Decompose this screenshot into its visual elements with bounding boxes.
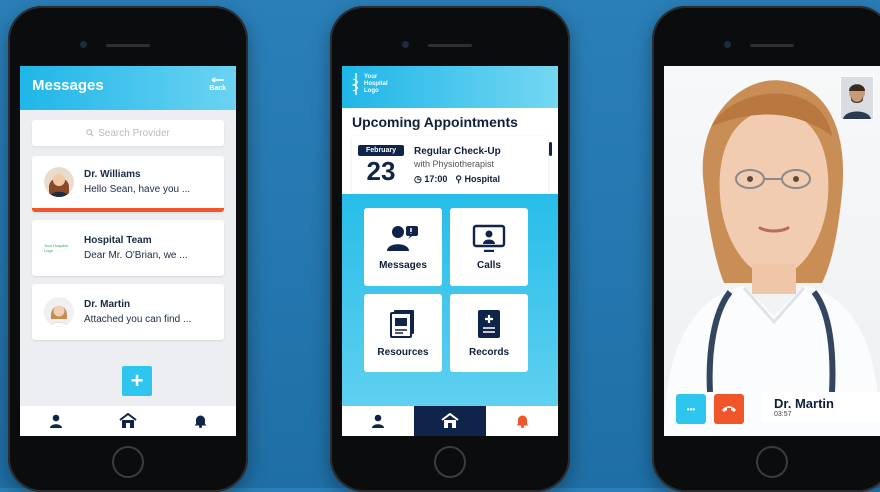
messages-header: Messages Back: [20, 66, 236, 110]
section-title: Upcoming Appointments: [352, 114, 518, 130]
nav-home[interactable]: [414, 406, 486, 436]
conversation-preview: Attached you can find ...: [84, 314, 192, 325]
caller-name: Dr. Martin: [774, 396, 834, 411]
logo-line: Hospital: [364, 80, 388, 87]
appointment-location-wrap: ⚲ Hospital: [455, 174, 500, 185]
front-camera: [402, 41, 409, 48]
search-icon: [86, 129, 94, 137]
tile-calls[interactable]: Calls: [450, 208, 528, 286]
caller-nameplate: Dr. Martin 03:57: [762, 392, 880, 422]
more-options-button[interactable]: •••: [676, 394, 706, 424]
home-button[interactable]: [112, 446, 144, 478]
appointment-subtitle: with Physiotherapist: [414, 158, 495, 169]
tile-label: Messages: [379, 259, 427, 271]
conversation-preview: Dear Mr. O'Brian, we ...: [84, 250, 188, 261]
tile-label: Resources: [377, 346, 429, 358]
messages-screen: Messages Back Search Provider Dr. Willia…: [20, 66, 236, 436]
end-call-button[interactable]: [714, 394, 744, 424]
appointment-date: February 23: [358, 144, 404, 186]
back-label: Back: [209, 85, 226, 92]
conversation-name: Dr. Williams: [84, 169, 141, 180]
nav-notifications[interactable]: [486, 406, 558, 436]
front-camera: [724, 41, 731, 48]
location-pin-icon: ⚲: [455, 173, 462, 184]
conversation-name: Dr. Martin: [84, 299, 131, 310]
hospital-logo: Your Hospital Logo: [352, 73, 388, 95]
phone-home: Your Hospital Logo Upcoming Appointments…: [330, 6, 570, 492]
appointment-info: Regular Check-Up with Physiotherapist ◷ …: [414, 146, 501, 185]
earpiece: [106, 44, 150, 47]
video-call-icon: [472, 224, 506, 252]
appointment-meta: ◷ 17:00 ⚲ Hospital: [414, 174, 501, 185]
hospital-logo-text: Your Hospital Logo: [44, 243, 68, 253]
logo-line: Your: [364, 73, 378, 80]
new-message-button[interactable]: +: [122, 366, 152, 396]
doctor-video-feed: [664, 80, 880, 436]
appointment-month: February: [358, 144, 404, 156]
conversation-item-hospital-team[interactable]: Your Hospital Logo Hospital Team Dear Mr…: [32, 220, 224, 276]
home-header: Your Hospital Logo: [342, 66, 558, 108]
home-icon: [119, 413, 137, 428]
tile-messages[interactable]: Messages: [364, 208, 442, 286]
clock-icon: ◷: [414, 173, 422, 184]
feature-grid: Messages Calls Resources Records: [342, 194, 558, 406]
records-icon: [478, 309, 500, 338]
logo-line: Logo: [364, 87, 379, 94]
user-icon: [372, 414, 384, 428]
home-button[interactable]: [756, 446, 788, 478]
conversation-preview: Hello Sean, have you ...: [84, 184, 191, 195]
search-placeholder: Search Provider: [98, 127, 170, 139]
conversation-item-dr-martin[interactable]: Dr. Martin Attached you can find ...: [32, 284, 224, 340]
video-call-screen: ••• Dr. Martin 03:57: [664, 66, 880, 436]
messages-users-icon: [387, 225, 418, 251]
hang-up-icon: [722, 406, 736, 412]
home-button[interactable]: [434, 446, 466, 478]
tile-label: Calls: [477, 259, 501, 271]
appointment-title: Regular Check-Up: [414, 145, 501, 157]
resources-icon: [390, 309, 414, 338]
appointment-time: 17:00: [424, 173, 448, 184]
patient-avatar: [841, 77, 873, 119]
back-arrow-icon: [211, 77, 224, 83]
nav-profile[interactable]: [342, 406, 414, 436]
nav-notifications[interactable]: [164, 406, 236, 436]
user-icon: [50, 414, 62, 428]
tile-resources[interactable]: Resources: [364, 294, 442, 372]
bottom-nav: [20, 406, 236, 436]
avatar: [44, 297, 74, 327]
caduceus-icon: [352, 73, 358, 95]
conversation-name: Hospital Team: [84, 235, 152, 246]
scroll-indicator[interactable]: [549, 142, 552, 156]
hospital-logo: Your Hospital Logo: [44, 233, 74, 263]
avatar: [44, 167, 74, 197]
nav-profile[interactable]: [20, 406, 92, 436]
nav-home[interactable]: [92, 406, 164, 436]
earpiece: [428, 44, 472, 47]
phone-messages: Messages Back Search Provider Dr. Willia…: [8, 6, 248, 492]
page-title: Messages: [32, 77, 104, 94]
phone-video-call: ••• Dr. Martin 03:57: [652, 6, 880, 492]
home-icon: [441, 413, 459, 428]
earpiece: [750, 44, 794, 47]
home-screen: Your Hospital Logo Upcoming Appointments…: [342, 66, 558, 436]
tile-label: Records: [468, 346, 509, 358]
back-button[interactable]: Back: [209, 77, 226, 92]
search-input[interactable]: Search Provider: [32, 120, 224, 146]
self-view-thumbnail[interactable]: [840, 76, 874, 120]
appointment-card[interactable]: February 23 Regular Check-Up with Physio…: [352, 136, 552, 194]
tile-records[interactable]: Records: [450, 294, 528, 372]
bottom-nav: [342, 406, 558, 436]
front-camera: [80, 41, 87, 48]
bell-icon: [516, 415, 528, 428]
more-icon: •••: [686, 404, 696, 414]
appointment-time-wrap: ◷ 17:00: [414, 174, 447, 185]
call-duration: 03:57: [774, 411, 792, 418]
conversation-item-dr-williams[interactable]: Dr. Williams Hello Sean, have you ...: [32, 156, 224, 212]
bell-icon: [194, 415, 206, 428]
appointment-location: Hospital: [464, 173, 501, 184]
appointment-day: 23: [366, 155, 396, 186]
